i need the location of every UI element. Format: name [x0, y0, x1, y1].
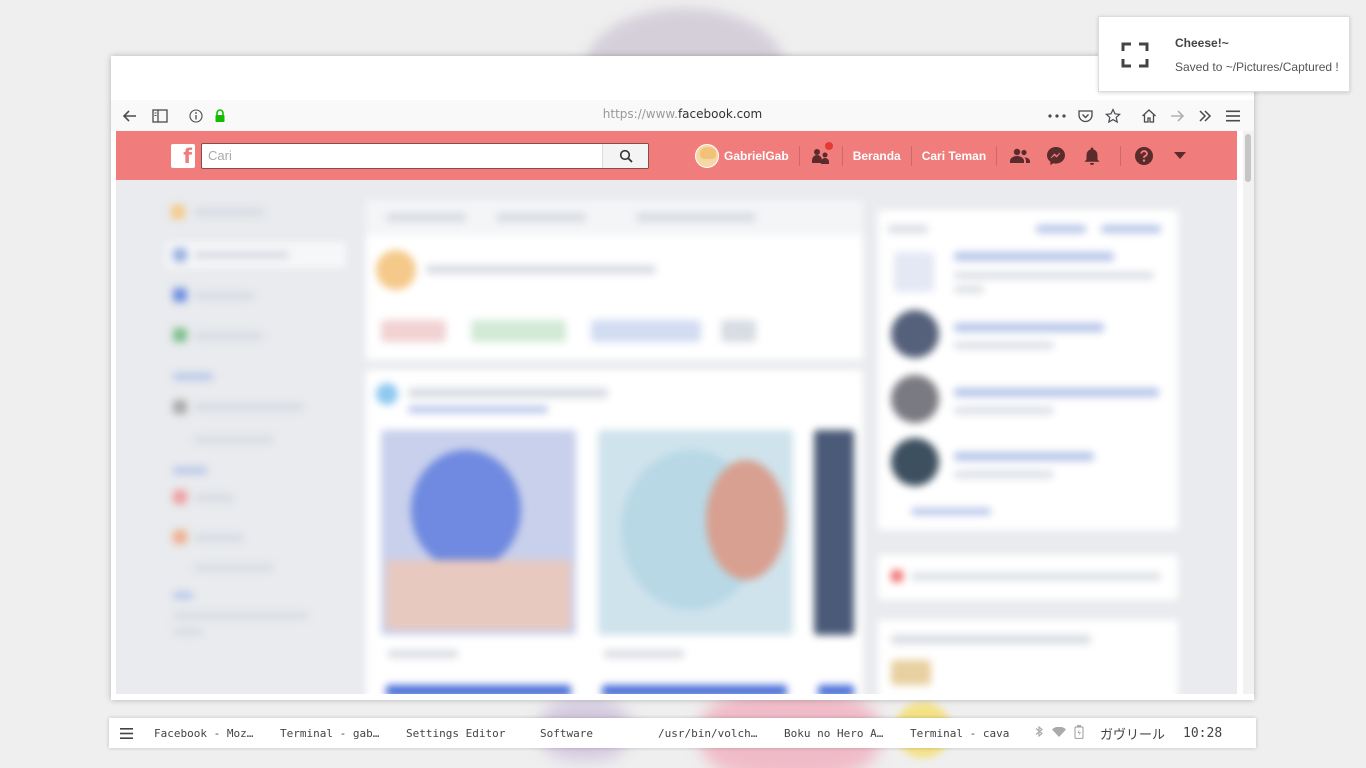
battery-icon[interactable] [1074, 724, 1084, 742]
notification-popup[interactable]: Cheese!~ Saved to ~/Pictures/Captured ! [1098, 16, 1350, 92]
help-icon[interactable] [1133, 145, 1155, 167]
notification-title: Cheese!~ [1175, 36, 1229, 50]
notification-badge [823, 140, 834, 151]
taskbar-item-volch[interactable]: /usr/bin/volch… [645, 727, 771, 740]
profile-link[interactable]: GabrielGab [695, 143, 789, 168]
page-scrollbar[interactable] [1243, 131, 1254, 694]
window-titlebar[interactable] [111, 56, 1254, 100]
friend-requests-icon[interactable] [810, 140, 834, 167]
friends-icon[interactable] [1009, 145, 1031, 167]
facebook-search [201, 142, 649, 169]
account-menu-chevron-down-icon[interactable] [1169, 145, 1191, 167]
avatar [695, 143, 719, 168]
nav-home-link[interactable]: Beranda [853, 149, 901, 163]
taskbar-item-boku-no-hero[interactable]: Boku no Hero A… [771, 727, 897, 740]
messenger-icon[interactable] [1045, 145, 1067, 167]
browser-navbar: https://www.facebook.com [111, 100, 1254, 131]
url-prefix: https://www. [602, 107, 678, 121]
taskbar-item-terminal[interactable]: Terminal - gab… [267, 727, 393, 740]
taskbar: Facebook - Moz… Terminal - gab… Settings… [109, 718, 1256, 748]
camera-frame-icon [1121, 42, 1149, 72]
bluetooth-icon[interactable] [1035, 725, 1044, 741]
search-input[interactable] [202, 144, 602, 167]
page-content: f GabrielGab Beranda Cari Teman [116, 131, 1237, 694]
search-icon [619, 149, 633, 163]
facebook-top-bar: f GabrielGab Beranda Cari Teman [116, 131, 1237, 180]
user-name[interactable]: ガヴリール [1100, 724, 1165, 743]
taskbar-item-settings-editor[interactable]: Settings Editor [393, 727, 519, 740]
app-menu-icon[interactable] [111, 727, 141, 739]
notification-body: Saved to ~/Pictures/Captured ! [1175, 60, 1339, 74]
url-domain: facebook.com [677, 107, 763, 121]
taskbar-item-firefox[interactable]: Facebook - Moz… [141, 727, 267, 740]
profile-name: GabrielGab [724, 148, 789, 163]
clock[interactable]: 10:28 [1183, 726, 1222, 741]
scrollbar-thumb[interactable] [1245, 134, 1251, 182]
blurred-news-feed [116, 180, 1237, 694]
taskbar-item-terminal-cava[interactable]: Terminal - cava [897, 727, 1023, 740]
search-button[interactable] [602, 143, 648, 168]
nav-find-friends-link[interactable]: Cari Teman [922, 149, 986, 163]
facebook-logo-icon[interactable]: f [171, 143, 195, 168]
taskbar-item-software[interactable]: Software [519, 727, 645, 740]
notifications-bell-icon[interactable] [1081, 145, 1103, 167]
url-bar[interactable]: https://www.facebook.com [111, 107, 1254, 121]
browser-window: https://www.facebook.com f Cari GabrielG… [111, 56, 1254, 700]
wifi-icon[interactable] [1052, 726, 1066, 740]
system-tray [1035, 724, 1084, 742]
